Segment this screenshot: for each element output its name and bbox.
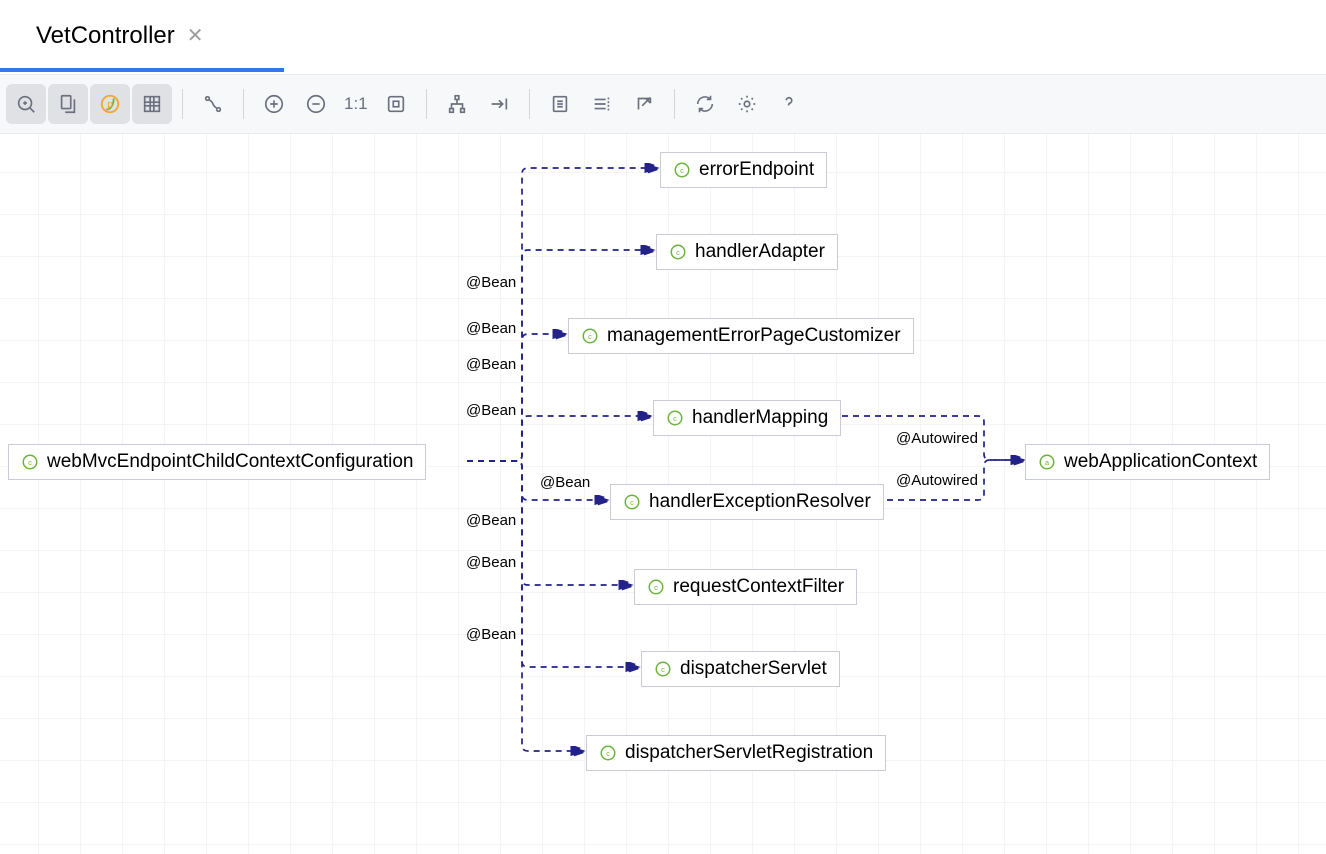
node-request-context-filter[interactable]: c requestContextFilter <box>634 569 857 605</box>
node-web-application-context[interactable]: a webApplicationContext <box>1025 444 1270 480</box>
toolbar-separator <box>426 89 427 119</box>
fit-content-button[interactable] <box>376 84 416 124</box>
node-source[interactable]: c webMvcEndpointChildContextConfiguratio… <box>8 444 426 480</box>
svg-text:c: c <box>661 665 665 674</box>
node-handler-adapter[interactable]: c handlerAdapter <box>656 234 838 270</box>
edge-label-bean: @Bean <box>466 554 516 571</box>
toolbar-separator <box>529 89 530 119</box>
node-label: handlerAdapter <box>695 241 825 263</box>
node-handler-exception-resolver[interactable]: c handlerExceptionResolver <box>610 484 884 520</box>
svg-text:c: c <box>630 498 634 507</box>
tab-vetcontroller[interactable]: VetController ✕ <box>20 0 220 71</box>
toolbar-separator <box>243 89 244 119</box>
grid-button[interactable] <box>132 84 172 124</box>
route-button[interactable] <box>479 84 519 124</box>
svg-text:c: c <box>28 458 32 467</box>
edge-label-autowired: @Autowired <box>896 430 978 447</box>
node-label: handlerExceptionResolver <box>649 491 871 513</box>
node-dispatcher-servlet-registration[interactable]: c dispatcherServletRegistration <box>586 735 886 771</box>
node-label: webApplicationContext <box>1064 451 1257 473</box>
svg-text:a: a <box>1045 458 1050 467</box>
details-button[interactable] <box>540 84 580 124</box>
close-icon[interactable]: ✕ <box>187 23 204 48</box>
svg-text:c: c <box>654 583 658 592</box>
zoom-out-button[interactable] <box>296 84 336 124</box>
edge-label-bean: @Bean <box>540 474 590 491</box>
svg-text:c: c <box>673 414 677 423</box>
tab-active-indicator <box>0 68 284 72</box>
edge-label-bean: @Bean <box>466 626 516 643</box>
node-error-endpoint[interactable]: c errorEndpoint <box>660 152 827 188</box>
node-handler-mapping[interactable]: c handlerMapping <box>653 400 841 436</box>
node-dispatcher-servlet[interactable]: c dispatcherServlet <box>641 651 840 687</box>
zoom-reset-button[interactable]: 1:1 <box>338 94 374 114</box>
diagram-canvas[interactable]: c webMvcEndpointChildContextConfiguratio… <box>0 134 1326 854</box>
node-management-error-page-customizer[interactable]: c managementErrorPageCustomizer <box>568 318 914 354</box>
node-label: dispatcherServlet <box>680 658 827 680</box>
edge-label-bean: @Bean <box>466 402 516 419</box>
edge-label-bean: @Bean <box>466 274 516 291</box>
tab-bar: VetController ✕ <box>0 0 1326 74</box>
node-label: managementErrorPageCustomizer <box>607 325 901 347</box>
edge-label-autowired: @Autowired <box>896 472 978 489</box>
export-button[interactable] <box>624 84 664 124</box>
edge-label-bean: @Bean <box>466 356 516 373</box>
svg-text:c: c <box>588 332 592 341</box>
svg-text:c: c <box>680 166 684 175</box>
svg-text:c: c <box>606 749 610 758</box>
zoom-in-button[interactable] <box>254 84 294 124</box>
node-label: dispatcherServletRegistration <box>625 742 873 764</box>
svg-text:c: c <box>676 248 680 257</box>
layout-button[interactable] <box>437 84 477 124</box>
diagram-toolbar: p 1:1 <box>0 74 1326 134</box>
settings-button[interactable] <box>727 84 767 124</box>
help-button[interactable] <box>769 84 809 124</box>
edge-label-bean: @Bean <box>466 320 516 337</box>
refresh-button[interactable] <box>685 84 725 124</box>
toolbar-separator <box>674 89 675 119</box>
node-label: handlerMapping <box>692 407 828 429</box>
copy-button[interactable] <box>48 84 88 124</box>
svg-text:p: p <box>107 100 113 111</box>
node-label: webMvcEndpointChildContextConfiguration <box>47 451 413 473</box>
edge-label-bean: @Bean <box>466 512 516 529</box>
tab-title: VetController <box>36 22 175 50</box>
connection-button[interactable] <box>193 84 233 124</box>
node-label: requestContextFilter <box>673 576 844 598</box>
select-mode-button[interactable] <box>6 84 46 124</box>
toolbar-separator <box>182 89 183 119</box>
list-button[interactable] <box>582 84 622 124</box>
node-label: errorEndpoint <box>699 159 814 181</box>
profile-button[interactable]: p <box>90 84 130 124</box>
